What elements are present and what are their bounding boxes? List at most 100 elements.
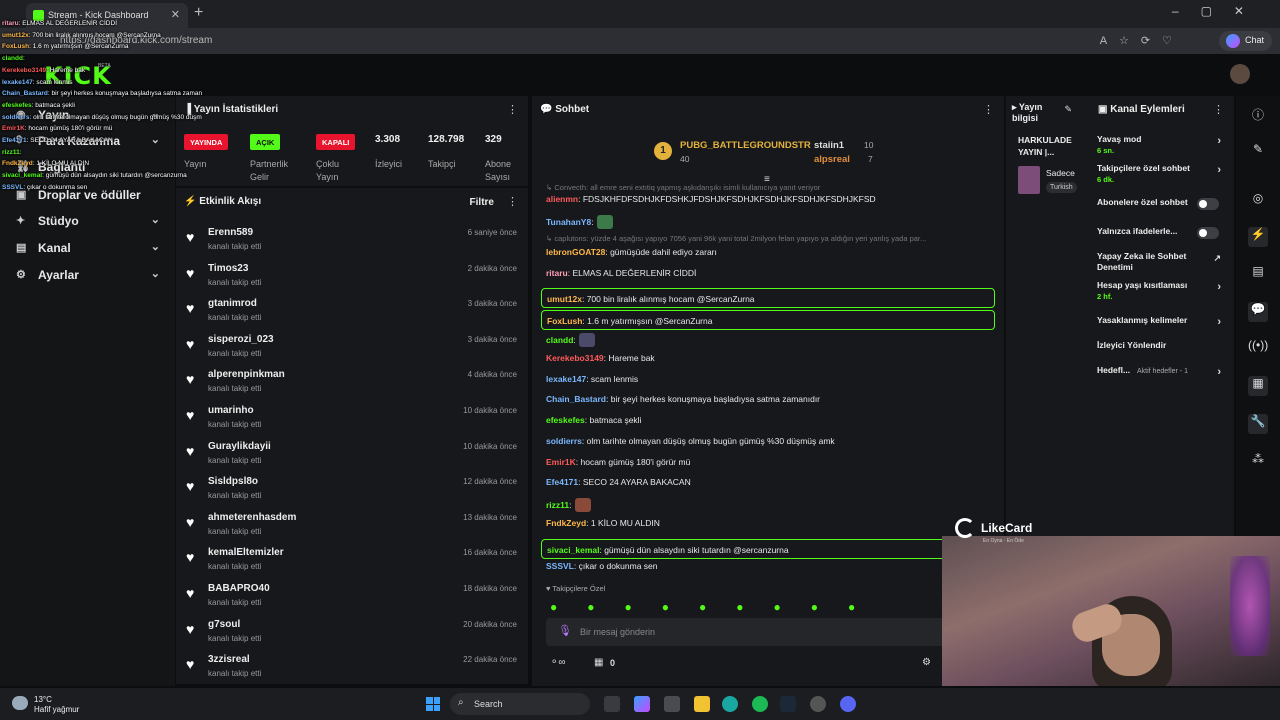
group-icon[interactable]: ⁂	[1248, 452, 1268, 472]
chat-username[interactable]: FoxLush	[547, 316, 582, 326]
channel-action-item[interactable]: Yavaş mod 6 sn. ›	[1097, 134, 1227, 156]
chat-username[interactable]: efeskefes	[546, 415, 585, 425]
discord-icon[interactable]	[840, 696, 856, 712]
app-icon[interactable]	[810, 696, 826, 712]
emote-bar[interactable]: ●●●●●●●●●	[550, 600, 885, 614]
chat-username[interactable]: clandd	[546, 335, 573, 345]
follower-name[interactable]: ahmeterenhasdem	[208, 512, 296, 523]
chat-username[interactable]: ritaru	[546, 268, 568, 278]
channel-action-item[interactable]: Hesap yaşı kısıtlaması 2 hf. ›	[1097, 280, 1227, 302]
points-icon[interactable]: ▦	[594, 657, 603, 668]
toggle-switch[interactable]	[1197, 227, 1219, 239]
avatar[interactable]	[1230, 64, 1250, 84]
chat-message[interactable]: sivaci_kemal: gümüşü dün alsaydın siki t…	[541, 539, 995, 559]
sidebar-item-ayarlar[interactable]: ⚙ Ayarlar ⌄	[16, 268, 166, 288]
taskbar-search[interactable]: ⌕ Search	[450, 693, 590, 715]
filter-button[interactable]: Filtre	[470, 197, 494, 208]
chat-username[interactable]: lexake147	[546, 374, 586, 384]
chat-username[interactable]: Chain_Bastard	[546, 394, 606, 404]
follower-name[interactable]: BABAPRO40	[208, 583, 270, 594]
chat-message[interactable]: lebronGOAT28: gümüşüde dahil ediyo zarar…	[546, 247, 996, 257]
channel-action-item[interactable]: Yapay Zeka ile Sohbet Denetimi ↗	[1097, 251, 1227, 273]
follower-name[interactable]: kemalEltemizler	[208, 547, 284, 558]
channel-action-item[interactable]: Hedefl... Aktif hedefler - 1 ›	[1097, 365, 1227, 378]
follower-name[interactable]: 3zzisreal	[208, 654, 250, 665]
microphone-icon[interactable]: 🎙	[558, 624, 572, 637]
chat-message[interactable]: Kerekebo3149: Hareme bak	[546, 353, 996, 363]
channel-action-item[interactable]: Yalnızca ifadelerle...	[1097, 226, 1227, 239]
chat-icon[interactable]: 💬	[1248, 302, 1268, 322]
info-icon[interactable]: ⓘ	[1248, 106, 1268, 126]
sidebar-item-studyo[interactable]: ✦ Stüdyo ⌄	[16, 214, 166, 234]
broadcast-icon[interactable]: ((•))	[1248, 338, 1268, 358]
browser-toolbar-icons[interactable]: A☆⟳♡	[1100, 34, 1184, 47]
chat-username[interactable]: alienmn	[546, 194, 578, 204]
chat-message[interactable]: clandd:	[546, 333, 996, 347]
chat-message[interactable]: FndkZeyd: 1 KİLO MU ALDIN	[546, 518, 996, 528]
more-options-icon[interactable]: ⋮	[507, 103, 518, 116]
chat-username[interactable]: rizz11	[546, 500, 569, 510]
chat-username[interactable]: FndkZeyd	[546, 518, 586, 528]
chat-username[interactable]: lebronGOAT28	[546, 247, 605, 257]
layout-icon[interactable]: ▦	[1248, 376, 1268, 396]
emote-picker-icon[interactable]: ⚬∞	[550, 657, 566, 668]
channel-action-item[interactable]: Abonelere özel sohbet	[1097, 197, 1227, 210]
chat-message[interactable]: Chain_Bastard: bir şeyi herkes konuşmaya…	[546, 394, 996, 404]
chat-message[interactable]: Efe4171: SECO 24 AYARA BAKACAN	[546, 477, 996, 487]
follower-name[interactable]: gtanimrod	[208, 298, 257, 309]
channel-action-item[interactable]: İzleyici Yönlendir	[1097, 340, 1227, 351]
file-explorer-icon[interactable]	[694, 696, 710, 712]
chat-username[interactable]: Emir1K	[546, 457, 576, 467]
follower-name[interactable]: sisperozi_023	[208, 334, 274, 345]
chat-message[interactable]: Emir1K: hocam gümüş 180'i görür mü	[546, 457, 996, 467]
follower-name[interactable]: umarinho	[208, 405, 254, 416]
steam-icon[interactable]	[780, 696, 796, 712]
chat-username[interactable]: sivaci_kemal	[547, 545, 599, 555]
copilot-chat-button[interactable]: Chat	[1218, 31, 1272, 51]
chat-message[interactable]: ritaru: ELMAS AL DEĞERLENİR CİDDİ	[546, 268, 996, 278]
lightning-icon[interactable]: ⚡	[1248, 227, 1268, 247]
camera-icon[interactable]: ◎	[1248, 191, 1268, 211]
chat-message[interactable]: SSSVL: çıkar o dokunma sen	[546, 561, 996, 571]
channel-action-item[interactable]: Takipçilere özel sohbet 6 dk. ›	[1097, 163, 1227, 185]
wrench-icon[interactable]: 🔧	[1248, 414, 1268, 434]
spotify-icon[interactable]	[752, 696, 768, 712]
window-controls[interactable]: –▢✕	[1172, 4, 1266, 18]
more-options-icon[interactable]: ⋮	[507, 195, 518, 208]
follower-name[interactable]: Guraylikdayii	[208, 441, 271, 452]
toggle-switch[interactable]	[1197, 198, 1219, 210]
follower-name[interactable]: alperenpinkman	[208, 369, 285, 380]
chat-message[interactable]: FoxLush: 1.6 m yatırmışsın @SercanZurna	[541, 310, 995, 330]
channel-action-item[interactable]: Yasaklanmış kelimeler ›	[1097, 315, 1227, 328]
more-options-icon[interactable]: ⋮	[983, 103, 994, 116]
more-options-icon[interactable]: ⋮	[1213, 103, 1224, 116]
document-icon[interactable]: ▤	[1248, 264, 1268, 284]
copilot-icon[interactable]	[634, 696, 650, 712]
sidebar-item-kanal[interactable]: ▤ Kanal ⌄	[16, 241, 166, 261]
edit-icon[interactable]: ✎	[1064, 104, 1072, 115]
follower-name[interactable]: Sisldpsl8o	[208, 476, 258, 487]
chat-username[interactable]: TunahanY8	[546, 217, 591, 227]
chat-message-input[interactable]: 🎙 Bir mesaj gönderin	[546, 618, 996, 646]
edge-icon[interactable]	[722, 696, 738, 712]
chat-message[interactable]: umut12x: 700 bin liralık alınmış hocam @…	[541, 288, 995, 308]
follower-name[interactable]: Erenn589	[208, 227, 253, 238]
windows-start-icon[interactable]	[426, 697, 440, 711]
edit-icon[interactable]: ✎	[1248, 142, 1268, 162]
chat-username[interactable]: Efe4171	[546, 477, 578, 487]
chat-username[interactable]: Kerekebo3149	[546, 353, 604, 363]
task-view-icon[interactable]	[604, 696, 620, 712]
follower-name[interactable]: g7soul	[208, 619, 240, 630]
chat-username[interactable]: SSSVL	[546, 561, 574, 571]
chat-username[interactable]: soldierrs	[546, 436, 582, 446]
follower-name[interactable]: Timos23	[208, 263, 248, 274]
weather-widget[interactable]: 13°C Hafif yağmur	[34, 695, 79, 715]
chat-message[interactable]: rizz11:	[546, 498, 996, 512]
chat-message[interactable]: efeskefes: batmaca şekli	[546, 415, 996, 425]
chat-message[interactable]: lexake147: scam lenmis	[546, 374, 996, 384]
store-icon[interactable]	[664, 696, 680, 712]
chat-message[interactable]: alienmn: FDSJKHFDFSDHJKFDSHKJFDSHJKFSDHJ…	[546, 194, 996, 204]
chat-settings-icon[interactable]: ⚙	[922, 657, 931, 668]
chat-message[interactable]: soldierrs: olm tarihte olmayan düşüş olm…	[546, 436, 996, 446]
chat-username[interactable]: umut12x	[547, 294, 582, 304]
